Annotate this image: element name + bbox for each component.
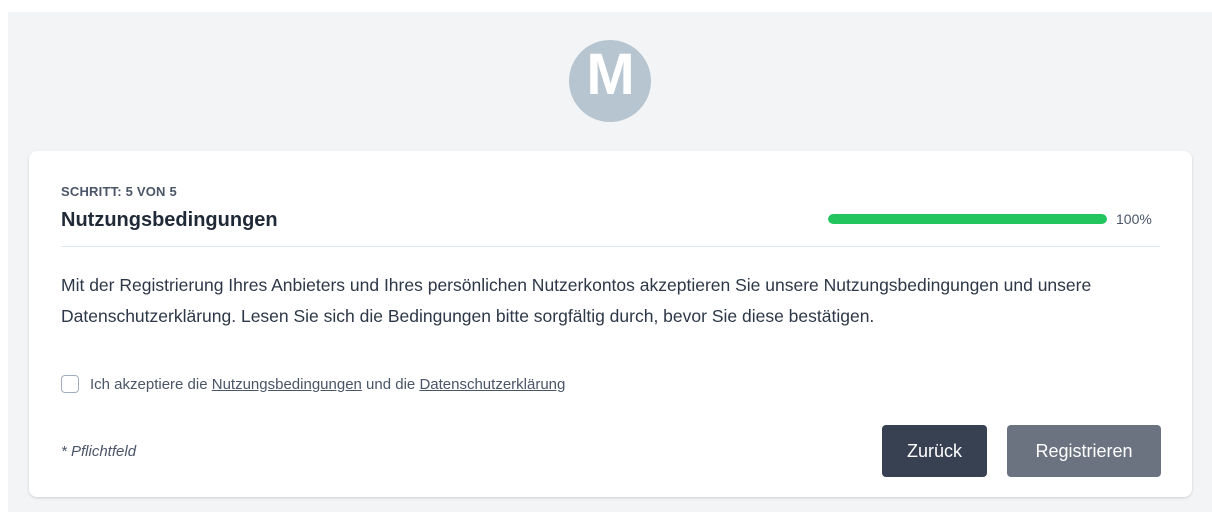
logo-letter: M [586, 42, 634, 107]
page-title: Nutzungsbedingungen [61, 209, 278, 231]
required-field-note: * Pflichtfeld [61, 443, 137, 460]
page-background: M SCHRITT: 5 VON 5 Nutzungsbedingungen 1… [8, 12, 1212, 512]
accept-terms-prefix: Ich akzeptiere die [90, 375, 208, 393]
register-button[interactable]: Registrieren [1007, 425, 1161, 477]
progress-percentage: 100% [1116, 211, 1152, 227]
progress-bar-fill [828, 214, 1107, 224]
terms-description: Mit der Registrierung Ihres Anbieters un… [61, 275, 1092, 326]
registration-card: SCHRITT: 5 VON 5 Nutzungsbedingungen 100… [29, 151, 1192, 497]
logo: M [569, 40, 651, 122]
accept-terms-middle: und die [366, 375, 416, 393]
divider [61, 246, 1160, 247]
privacy-link[interactable]: Datenschutzerklärung [419, 376, 565, 393]
accept-terms-checkbox[interactable] [61, 375, 79, 393]
terms-link[interactable]: Nutzungsbedingungen [212, 376, 362, 393]
back-button[interactable]: Zurück [882, 425, 987, 477]
accept-terms-row: Ich akzeptiere die Nutzungsbedingungen u… [61, 375, 565, 393]
step-indicator: SCHRITT: 5 VON 5 [61, 184, 177, 199]
progress-bar [828, 214, 1107, 224]
